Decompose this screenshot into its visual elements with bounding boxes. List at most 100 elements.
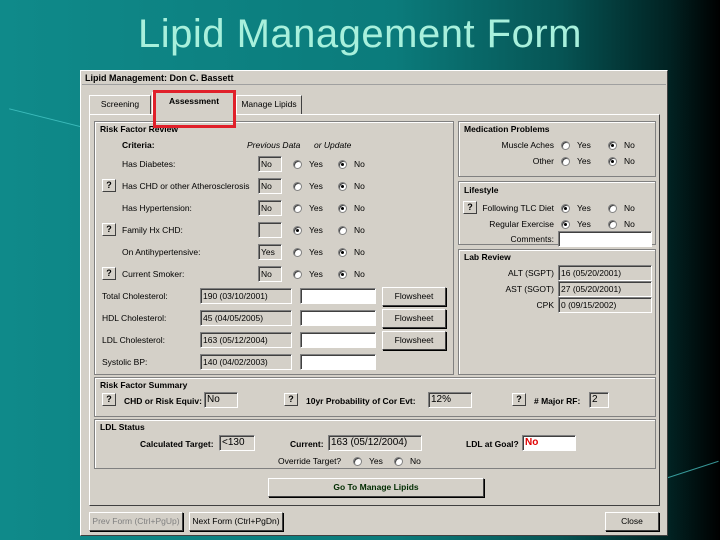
other-no-radio[interactable] (608, 157, 617, 166)
no-label: No (354, 203, 365, 213)
ten-yr-probability-value: 12% (428, 392, 472, 408)
has-chd-no-radio[interactable] (338, 182, 347, 191)
major-rf-label: # Major RF: (534, 396, 581, 406)
ldl-cholesterol-flowsheet-button[interactable]: Flowsheet (382, 331, 446, 350)
yes-label: Yes (577, 156, 591, 166)
slide-title: Lipid Management Form (137, 12, 583, 56)
tlc-diet-label: Following TLC Diet (482, 203, 554, 213)
on-antihypertensive-label: On Antihypertensive: (122, 247, 201, 257)
cpk-label: CPK (536, 300, 554, 310)
has-hypertension-yes-radio[interactable] (293, 204, 302, 213)
yes-label: Yes (577, 219, 591, 229)
no-label: No (624, 203, 635, 213)
has-diabetes-value: No (258, 156, 282, 172)
probability-help-button[interactable]: ? (284, 393, 298, 406)
override-no-radio[interactable] (394, 457, 403, 466)
has-chd-value: No (258, 178, 282, 194)
total-cholesterol-value: 190 (03/10/2001) (200, 288, 292, 304)
override-yes-label: Yes (369, 456, 383, 466)
ldl-cholesterol-input[interactable] (300, 332, 376, 348)
ldl-cholesterol-label: LDL Cholesterol: (102, 335, 165, 345)
major-rf-value: 2 (589, 392, 609, 408)
ten-yr-probability-label: 10yr Probability of Cor Evt: (306, 396, 416, 406)
lifestyle-title: Lifestyle (464, 185, 499, 195)
on-antihypertensive-yes-radio[interactable] (293, 248, 302, 257)
chd-risk-equiv-label: CHD or Risk Equiv: (124, 396, 202, 406)
ldl-status-title: LDL Status (100, 422, 145, 432)
chd-help-button[interactable]: ? (102, 179, 116, 192)
alt-value: 16 (05/20/2001) (558, 265, 652, 281)
next-form-button[interactable]: Next Form (Ctrl+PgDn) (189, 512, 283, 531)
regular-exercise-label: Regular Exercise (489, 219, 554, 229)
current-smoker-yes-radio[interactable] (293, 270, 302, 279)
hdl-cholesterol-input[interactable] (300, 310, 376, 326)
ldl-at-goal-value: No (522, 435, 576, 451)
ast-label: AST (SGOT) (505, 284, 555, 294)
total-cholesterol-flowsheet-button[interactable]: Flowsheet (382, 287, 446, 306)
tlc-diet-yes-radio[interactable] (561, 204, 570, 213)
comments-label: Comments: (510, 234, 554, 244)
total-cholesterol-label: Total Cholesterol: (102, 291, 168, 301)
go-to-manage-lipids-button[interactable]: Go To Manage Lipids (268, 478, 484, 497)
yes-label: Yes (309, 203, 323, 213)
yes-label: Yes (577, 203, 591, 213)
total-cholesterol-input[interactable] (300, 288, 376, 304)
has-diabetes-no-radio[interactable] (338, 160, 347, 169)
override-no-label: No (410, 456, 421, 466)
lab-review-title: Lab Review (464, 252, 511, 262)
tlc-diet-no-radio[interactable] (608, 204, 617, 213)
no-label: No (624, 140, 635, 150)
current-smoker-label: Current Smoker: (122, 269, 185, 279)
has-chd-yes-radio[interactable] (293, 182, 302, 191)
chd-risk-help-button[interactable]: ? (102, 393, 116, 406)
other-label: Other (532, 156, 554, 166)
current-ldl-value: 163 (05/12/2004) (328, 435, 422, 451)
override-yes-radio[interactable] (353, 457, 362, 466)
close-button[interactable]: Close (605, 512, 659, 531)
on-antihypertensive-no-radio[interactable] (338, 248, 347, 257)
no-label: No (354, 269, 365, 279)
family-hx-help-button[interactable]: ? (102, 223, 116, 236)
family-hx-yes-radio[interactable] (293, 226, 302, 235)
no-label: No (624, 156, 635, 166)
has-hypertension-value: No (258, 200, 282, 216)
yes-label: Yes (309, 159, 323, 169)
no-label: No (354, 247, 365, 257)
has-hypertension-no-radio[interactable] (338, 204, 347, 213)
current-smoker-no-radio[interactable] (338, 270, 347, 279)
chd-risk-equiv-value: No (204, 392, 238, 408)
alt-label: ALT (SGPT) (508, 268, 554, 278)
risk-factor-summary-title: Risk Factor Summary (100, 380, 188, 390)
decorative-line (9, 108, 87, 129)
tab-manage-lipids[interactable]: Manage Lipids (236, 95, 302, 114)
systolic-bp-value: 140 (04/02/2003) (200, 354, 292, 370)
tab-screening[interactable]: Screening (89, 95, 151, 114)
comments-input[interactable] (558, 231, 652, 247)
window-title: Lipid Management: Don C. Bassett (82, 72, 666, 85)
muscle-aches-no-radio[interactable] (608, 141, 617, 150)
regular-exercise-no-radio[interactable] (608, 220, 617, 229)
ldl-cholesterol-value: 163 (05/12/2004) (200, 332, 292, 348)
other-yes-radio[interactable] (561, 157, 570, 166)
systolic-bp-input[interactable] (300, 354, 376, 370)
yes-label: Yes (309, 181, 323, 191)
calculated-target-label: Calculated Target: (140, 439, 214, 449)
assessment-panel: Risk Factor Review Criteria: Previous Da… (89, 114, 660, 506)
major-rf-help-button[interactable]: ? (512, 393, 526, 406)
decorative-line (661, 460, 719, 481)
smoker-help-button[interactable]: ? (102, 267, 116, 280)
ast-value: 27 (05/20/2001) (558, 281, 652, 297)
systolic-bp-label: Systolic BP: (102, 357, 148, 367)
hdl-cholesterol-value: 45 (04/05/2005) (200, 310, 292, 326)
ldl-at-goal-label: LDL at Goal? (466, 439, 519, 449)
assessment-tab-highlight (153, 90, 236, 128)
has-hypertension-label: Has Hypertension: (122, 203, 192, 213)
family-hx-no-radio[interactable] (338, 226, 347, 235)
muscle-aches-yes-radio[interactable] (561, 141, 570, 150)
hdl-cholesterol-flowsheet-button[interactable]: Flowsheet (382, 309, 446, 328)
calculated-target-value: <130 (219, 435, 255, 451)
family-hx-chd-label: Family Hx CHD: (122, 225, 183, 235)
prev-form-button[interactable]: Prev Form (Ctrl+PgUp) (89, 512, 183, 531)
has-diabetes-yes-radio[interactable] (293, 160, 302, 169)
regular-exercise-yes-radio[interactable] (561, 220, 570, 229)
